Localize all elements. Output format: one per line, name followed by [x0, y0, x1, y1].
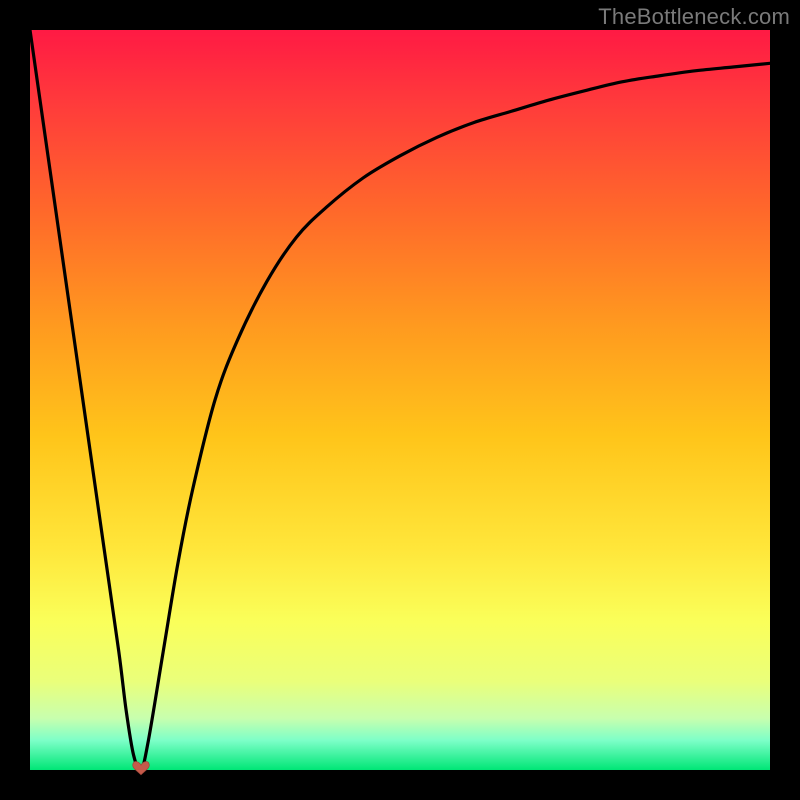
- plot-area: [30, 30, 770, 770]
- watermark-text: TheBottleneck.com: [598, 4, 790, 30]
- bottleneck-curve: [30, 30, 770, 770]
- chart-frame: TheBottleneck.com: [0, 0, 800, 800]
- heart-icon: [130, 760, 152, 776]
- optimum-marker: [130, 760, 152, 776]
- curve-path: [30, 30, 770, 770]
